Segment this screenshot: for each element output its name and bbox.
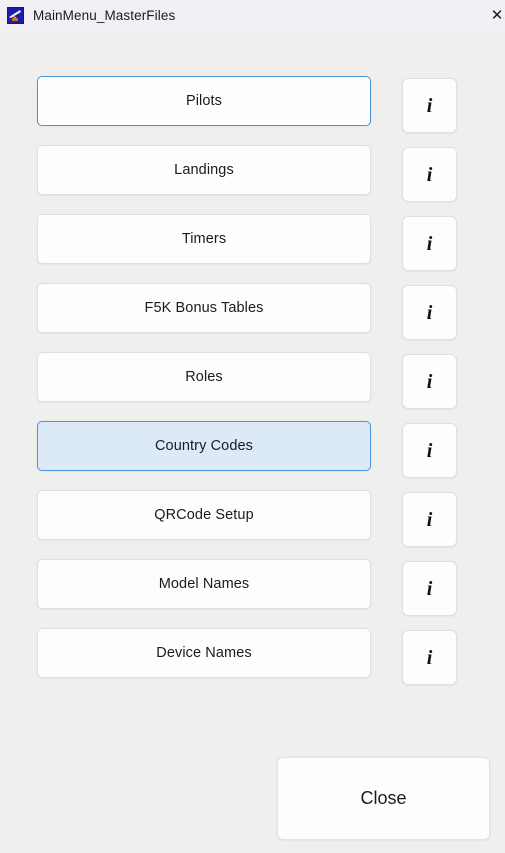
menu-button-landings[interactable]: Landings: [37, 145, 371, 195]
glider-app-icon: [7, 7, 24, 24]
menu-row: QRCode Setup i: [37, 490, 468, 547]
menu-button-device-names[interactable]: Device Names: [37, 628, 371, 678]
info-button-roles[interactable]: i: [402, 354, 457, 409]
info-icon: i: [426, 163, 433, 186]
master-files-menu: Pilots i Landings i Timers i F5K Bonus Tables i…: [37, 76, 468, 697]
menu-button-country-codes[interactable]: Country Codes: [37, 421, 371, 471]
info-button-timers[interactable]: i: [402, 216, 457, 271]
menu-button-roles[interactable]: Roles: [37, 352, 371, 402]
info-icon: i: [426, 439, 433, 462]
close-button[interactable]: Close: [277, 757, 490, 840]
menu-button-timers[interactable]: Timers: [37, 214, 371, 264]
menu-row: Roles i: [37, 352, 468, 409]
info-icon: i: [426, 370, 433, 393]
menu-row: F5K Bonus Tables i: [37, 283, 468, 340]
info-button-pilots[interactable]: i: [402, 78, 457, 133]
menu-button-qrcode-setup[interactable]: QRCode Setup: [37, 490, 371, 540]
info-button-qrcode-setup[interactable]: i: [402, 492, 457, 547]
window-title: MainMenu_MasterFiles: [33, 8, 176, 23]
info-button-landings[interactable]: i: [402, 147, 457, 202]
menu-button-f5k-bonus-tables[interactable]: F5K Bonus Tables: [37, 283, 371, 333]
info-icon: i: [426, 94, 433, 117]
menu-row: Timers i: [37, 214, 468, 271]
info-button-device-names[interactable]: i: [402, 630, 457, 685]
menu-button-pilots[interactable]: Pilots: [37, 76, 371, 126]
menu-button-model-names[interactable]: Model Names: [37, 559, 371, 609]
menu-row: Model Names i: [37, 559, 468, 616]
menu-row: Country Codes i: [37, 421, 468, 478]
info-icon: i: [426, 646, 433, 669]
menu-row: Landings i: [37, 145, 468, 202]
menu-row: Device Names i: [37, 628, 468, 685]
title-bar: MainMenu_MasterFiles ✕: [0, 0, 505, 31]
info-icon: i: [426, 508, 433, 531]
menu-row: Pilots i: [37, 76, 468, 133]
info-button-model-names[interactable]: i: [402, 561, 457, 616]
info-icon: i: [426, 301, 433, 324]
close-icon[interactable]: ✕: [480, 0, 505, 31]
info-button-country-codes[interactable]: i: [402, 423, 457, 478]
info-icon: i: [426, 577, 433, 600]
info-icon: i: [426, 232, 433, 255]
info-button-f5k-bonus-tables[interactable]: i: [402, 285, 457, 340]
